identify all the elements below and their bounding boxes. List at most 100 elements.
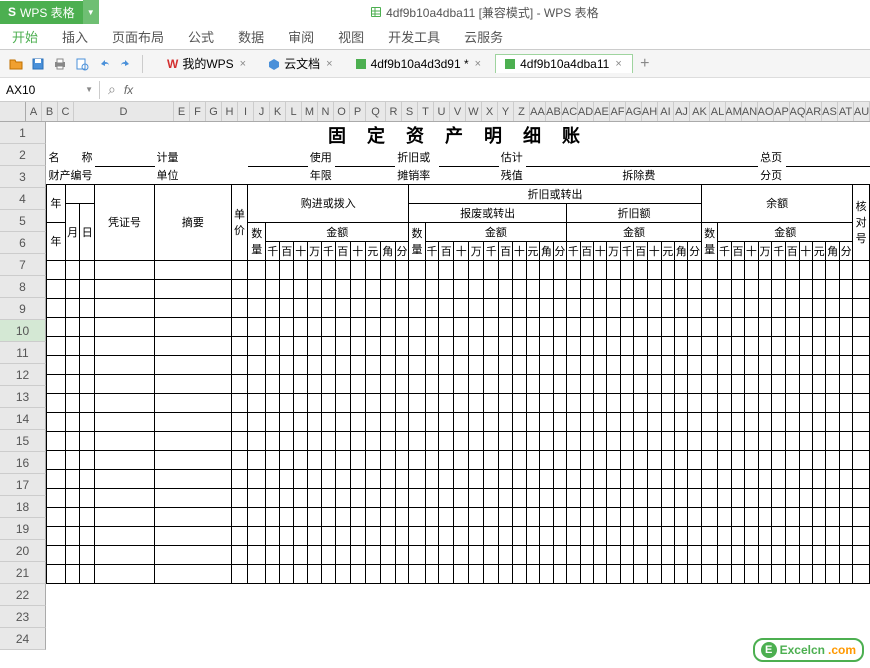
data-cell[interactable]	[484, 279, 499, 298]
data-cell[interactable]	[280, 488, 294, 507]
data-cell[interactable]	[593, 374, 606, 393]
data-cell[interactable]	[772, 488, 786, 507]
data-cell[interactable]	[499, 260, 513, 279]
data-cell[interactable]	[280, 431, 294, 450]
data-cell[interactable]	[454, 526, 469, 545]
data-cell[interactable]	[294, 279, 308, 298]
data-cell[interactable]	[731, 298, 744, 317]
data-cell[interactable]	[853, 279, 870, 298]
data-cell[interactable]	[772, 279, 786, 298]
data-cell[interactable]	[799, 260, 812, 279]
data-cell[interactable]	[512, 545, 526, 564]
data-cell[interactable]	[454, 488, 469, 507]
col-header-W[interactable]: W	[466, 102, 482, 121]
data-cell[interactable]	[231, 507, 247, 526]
data-cell[interactable]	[308, 374, 322, 393]
data-cell[interactable]	[758, 412, 772, 431]
data-cell[interactable]	[231, 412, 247, 431]
col-header-AB[interactable]: AB	[546, 102, 562, 121]
data-cell[interactable]	[674, 336, 687, 355]
menu-formula[interactable]: 公式	[188, 27, 214, 46]
data-cell[interactable]	[65, 412, 80, 431]
data-cell[interactable]	[593, 507, 606, 526]
data-cell[interactable]	[469, 526, 484, 545]
data-cell[interactable]	[425, 336, 439, 355]
data-cell[interactable]	[799, 526, 812, 545]
data-cell[interactable]	[718, 488, 731, 507]
data-cell[interactable]	[439, 564, 454, 583]
data-cell[interactable]	[65, 488, 80, 507]
data-cell[interactable]	[231, 545, 247, 564]
row-header-12[interactable]: 12	[0, 364, 46, 386]
data-cell[interactable]	[80, 260, 95, 279]
data-cell[interactable]	[731, 450, 744, 469]
data-cell[interactable]	[80, 507, 95, 526]
data-cell[interactable]	[499, 507, 513, 526]
data-cell[interactable]	[758, 298, 772, 317]
data-cell[interactable]	[409, 298, 426, 317]
data-cell[interactable]	[567, 431, 580, 450]
data-cell[interactable]	[155, 279, 232, 298]
data-cell[interactable]	[620, 526, 634, 545]
data-cell[interactable]	[425, 469, 439, 488]
data-cell[interactable]	[231, 469, 247, 488]
menu-layout[interactable]: 页面布局	[112, 27, 164, 46]
data-cell[interactable]	[95, 317, 155, 336]
row-header-1[interactable]: 1	[0, 122, 46, 144]
data-cell[interactable]	[395, 526, 409, 545]
data-cell[interactable]	[350, 374, 365, 393]
data-cell[interactable]	[266, 317, 280, 336]
data-cell[interactable]	[674, 260, 687, 279]
data-cell[interactable]	[620, 260, 634, 279]
data-cell[interactable]	[853, 431, 870, 450]
data-cell[interactable]	[688, 260, 701, 279]
col-header-AA[interactable]: AA	[530, 102, 546, 121]
data-cell[interactable]	[280, 393, 294, 412]
data-cell[interactable]	[294, 507, 308, 526]
data-cell[interactable]	[826, 526, 839, 545]
data-cell[interactable]	[80, 393, 95, 412]
data-cell[interactable]	[155, 526, 232, 545]
data-cell[interactable]	[567, 355, 580, 374]
row-header-11[interactable]: 11	[0, 342, 46, 364]
data-cell[interactable]	[661, 450, 674, 469]
data-cell[interactable]	[540, 260, 553, 279]
data-cell[interactable]	[280, 298, 294, 317]
data-cell[interactable]	[365, 279, 380, 298]
data-cell[interactable]	[512, 260, 526, 279]
data-cell[interactable]	[380, 450, 395, 469]
open-icon[interactable]	[8, 56, 24, 72]
col-header-I[interactable]: I	[238, 102, 254, 121]
data-cell[interactable]	[266, 393, 280, 412]
data-cell[interactable]	[826, 469, 839, 488]
data-cell[interactable]	[688, 298, 701, 317]
col-header-S[interactable]: S	[402, 102, 418, 121]
col-header-R[interactable]: R	[386, 102, 402, 121]
data-cell[interactable]	[553, 526, 566, 545]
data-cell[interactable]	[80, 336, 95, 355]
col-header-AK[interactable]: AK	[690, 102, 710, 121]
data-cell[interactable]	[155, 545, 232, 564]
data-cell[interactable]	[607, 336, 620, 355]
data-cell[interactable]	[95, 488, 155, 507]
data-cell[interactable]	[365, 450, 380, 469]
data-cell[interactable]	[512, 412, 526, 431]
data-cell[interactable]	[826, 374, 839, 393]
data-cell[interactable]	[674, 279, 687, 298]
select-all-corner[interactable]	[0, 102, 26, 121]
data-cell[interactable]	[248, 393, 266, 412]
data-cell[interactable]	[425, 279, 439, 298]
data-cell[interactable]	[321, 450, 335, 469]
data-cell[interactable]	[593, 412, 606, 431]
data-cell[interactable]	[661, 374, 674, 393]
row-header-6[interactable]: 6	[0, 232, 46, 254]
data-cell[interactable]	[701, 526, 717, 545]
data-cell[interactable]	[620, 336, 634, 355]
col-header-AQ[interactable]: AQ	[790, 102, 806, 121]
col-header-J[interactable]: J	[254, 102, 270, 121]
data-cell[interactable]	[812, 564, 825, 583]
data-cell[interactable]	[248, 526, 266, 545]
data-cell[interactable]	[95, 336, 155, 355]
data-cell[interactable]	[540, 298, 553, 317]
data-cell[interactable]	[634, 545, 648, 564]
